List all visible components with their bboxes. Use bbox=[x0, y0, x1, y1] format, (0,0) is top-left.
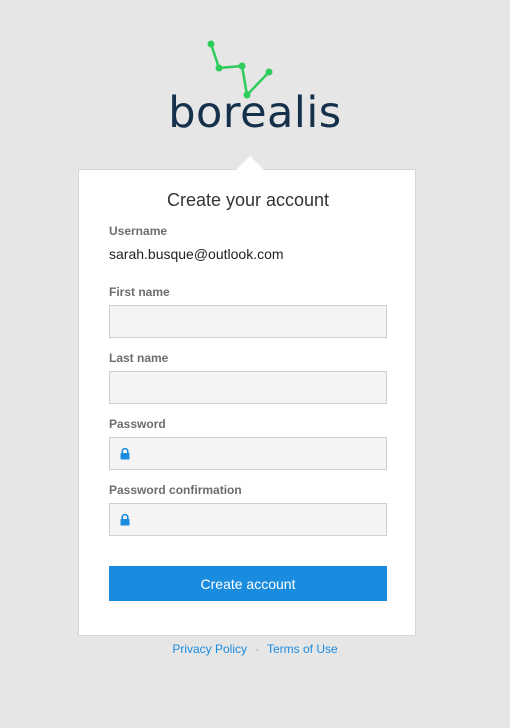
username-label: Username bbox=[109, 224, 168, 238]
footer-separator: · bbox=[255, 642, 259, 656]
terms-of-use-link[interactable]: Terms of Use bbox=[267, 642, 338, 656]
signup-card: Create your account Username sarah.busqu… bbox=[78, 156, 416, 636]
page-title: Create your account bbox=[166, 190, 330, 210]
create-account-button[interactable]: Create account bbox=[109, 566, 387, 601]
first-name-label: First name bbox=[109, 285, 170, 299]
password-label: Password bbox=[109, 417, 166, 431]
last-name-input[interactable] bbox=[109, 371, 387, 404]
card-notch bbox=[236, 156, 264, 170]
lock-icon bbox=[120, 514, 130, 526]
lock-icon bbox=[120, 448, 130, 460]
brand-wordmark: borealis bbox=[168, 88, 342, 138]
footer-links: Privacy Policy · Terms of Use bbox=[0, 642, 510, 656]
username-value: sarah.busque@outlook.com bbox=[109, 246, 284, 262]
privacy-policy-link[interactable]: Privacy Policy bbox=[172, 642, 247, 656]
password-confirmation-label: Password confirmation bbox=[109, 483, 242, 497]
last-name-label: Last name bbox=[109, 351, 169, 365]
password-confirmation-input[interactable] bbox=[109, 503, 387, 536]
first-name-input[interactable] bbox=[109, 305, 387, 338]
password-input[interactable] bbox=[109, 437, 387, 470]
brand-logo: borealis bbox=[0, 38, 510, 138]
